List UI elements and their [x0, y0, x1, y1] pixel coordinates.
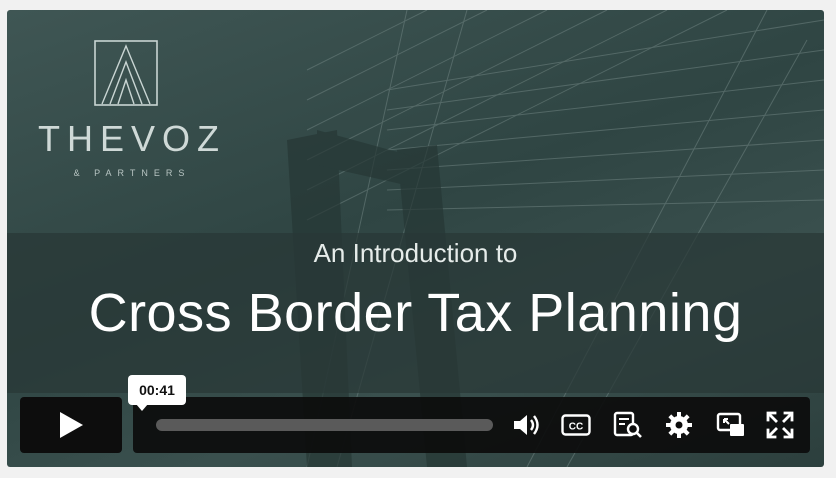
play-icon	[60, 412, 83, 438]
control-bar: CC	[133, 397, 810, 453]
brand-name: THEVOZ	[37, 118, 226, 159]
progress-bar[interactable]	[156, 419, 493, 431]
svg-text:CC: CC	[569, 422, 583, 433]
picture-in-picture-icon	[716, 412, 744, 436]
captions-icon: CC	[561, 414, 591, 436]
brand-subtitle: & PARTNERS	[73, 168, 191, 178]
video-embed-frame: THEVOZ & PARTNERS An Introduction to Cro…	[0, 0, 836, 478]
time-tooltip: 00:41	[128, 375, 186, 411]
picture-in-picture-button[interactable]	[715, 409, 747, 441]
fullscreen-icon	[766, 411, 794, 439]
transcript-icon	[613, 411, 642, 438]
video-title: Cross Border Tax Planning	[88, 283, 743, 343]
fullscreen-button[interactable]	[764, 409, 796, 441]
play-button[interactable]	[20, 397, 122, 453]
volume-icon	[514, 415, 539, 435]
volume-button[interactable]	[511, 409, 543, 441]
logo-mark-icon	[94, 40, 158, 106]
settings-button[interactable]	[663, 409, 695, 441]
video-subtitle: An Introduction to	[313, 238, 518, 268]
settings-icon	[666, 412, 692, 438]
company-logo: THEVOZ & PARTNERS	[37, 40, 227, 200]
captions-button[interactable]: CC	[560, 409, 592, 441]
transcript-button[interactable]	[612, 409, 644, 441]
